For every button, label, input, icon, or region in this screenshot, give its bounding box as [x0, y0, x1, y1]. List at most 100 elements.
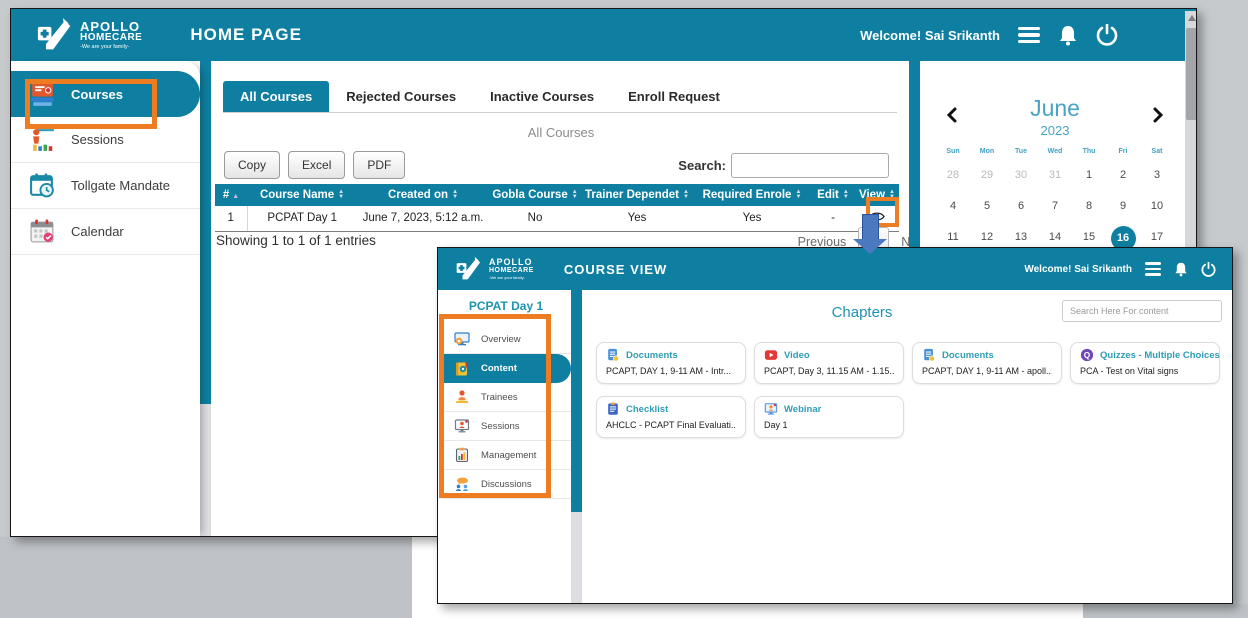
canvas-margin — [0, 0, 10, 538]
sidebar-item-calendar[interactable]: Calendar — [11, 209, 200, 255]
canvas-margin — [0, 537, 412, 618]
menu-icon[interactable] — [1018, 27, 1040, 44]
notifications-bell-icon[interactable] — [1058, 24, 1078, 46]
quiz-icon: Q — [1080, 348, 1094, 362]
course-name-title: PCPAT Day 1 — [441, 299, 571, 313]
tab-rejected-courses[interactable]: Rejected Courses — [329, 81, 473, 112]
chapter-card-checklist[interactable]: Checklist AHCLC - PCAPT Final Evaluati..… — [596, 396, 746, 438]
col-created-on[interactable]: Created on▲▼ — [357, 184, 489, 206]
col-course-name[interactable]: Course Name▲▼ — [247, 184, 357, 206]
highlight-box-course-nav — [439, 314, 551, 498]
calendar-day[interactable]: 31 — [1038, 164, 1072, 186]
sidebar-item-label: Tollgate Mandate — [71, 178, 170, 193]
checklist-icon — [606, 402, 620, 416]
chapter-card-quizzes[interactable]: Q Quizzes - Multiple Choices PCA - Test … — [1070, 342, 1220, 384]
calendar-day[interactable]: 9 — [1106, 195, 1140, 217]
calendar-day[interactable]: 28 — [936, 164, 970, 186]
course-sidebar-scrollbar[interactable] — [571, 290, 582, 604]
sidebar-scrollbar[interactable] — [200, 61, 211, 537]
documents-icon — [606, 348, 620, 362]
weekday-label: Sun — [936, 148, 970, 155]
scroll-up-icon[interactable] — [1188, 15, 1196, 21]
menu-icon[interactable] — [1145, 262, 1161, 276]
calendar-day[interactable]: 6 — [1004, 195, 1038, 217]
col-edit[interactable]: Edit▲▼ — [811, 184, 855, 206]
calendar-day[interactable]: 3 — [1140, 164, 1174, 186]
calendar-day[interactable]: 1 — [1072, 164, 1106, 186]
courses-table: #▲ Course Name▲▼ Created on▲▼ Gobla Cour… — [215, 184, 899, 232]
chapter-card-documents-1[interactable]: Documents PCAPT, DAY 1, 9-11 AM - Intr..… — [596, 342, 746, 384]
sidebar-item-label: Calendar — [71, 224, 124, 239]
card-description: PCAPT, DAY 1, 9-11 AM - Intr... — [606, 366, 736, 376]
video-icon — [764, 348, 778, 362]
card-type: Webinar — [784, 404, 821, 415]
chapter-card-documents-2[interactable]: Documents PCAPT, DAY 1, 9-11 AM - apoll.… — [912, 342, 1062, 384]
documents-icon — [922, 348, 936, 362]
calendar-year: 2023 — [936, 123, 1174, 138]
card-type: Documents — [626, 350, 678, 361]
welcome-text: Welcome! Sai Srikanth — [860, 28, 1000, 43]
weekday-label: Mon — [970, 148, 1004, 155]
calendar-day[interactable]: 15 — [1072, 226, 1106, 248]
card-description: PCAPT, Day 3, 11.15 AM - 1.15... — [764, 366, 894, 376]
notifications-bell-icon[interactable] — [1174, 261, 1188, 277]
calendar-day[interactable]: 5 — [970, 195, 1004, 217]
calendar-day[interactable]: 10 — [1140, 195, 1174, 217]
col-trainer-dependet[interactable]: Trainer Dependet▲▼ — [581, 184, 693, 206]
apollo-logo-icon — [456, 256, 482, 282]
calendar-icon — [29, 218, 56, 245]
tab-all-courses[interactable]: All Courses — [223, 81, 329, 112]
sidebar-item-label: Sessions — [71, 132, 124, 147]
calendar-month: June — [936, 95, 1174, 122]
brand-tagline: -We are your family- — [489, 276, 534, 280]
calendar-day[interactable]: 17 — [1140, 226, 1174, 248]
calendar-day[interactable]: 11 — [936, 226, 970, 248]
brand-tagline: -We are your family- — [80, 45, 142, 51]
courses-tabs: All Courses Rejected Courses Inactive Co… — [223, 81, 897, 113]
weekday-label: Wed — [1038, 148, 1072, 155]
col-gobla-course[interactable]: Gobla Course▲▼ — [489, 184, 581, 206]
slide-canvas: APOLLO HOMECARE -We are your family- HOM… — [0, 0, 1248, 618]
calendar-day[interactable]: 29 — [970, 164, 1004, 186]
apollo-logo-icon — [37, 17, 73, 53]
brand-name: APOLLO — [80, 20, 142, 33]
tab-inactive-courses[interactable]: Inactive Courses — [473, 81, 611, 112]
logout-power-icon[interactable] — [1096, 24, 1118, 46]
calendar-day[interactable]: 30 — [1004, 164, 1038, 186]
pdf-button[interactable]: PDF — [353, 151, 405, 179]
calendar-day[interactable]: 7 — [1038, 195, 1072, 217]
chapter-card-webinar[interactable]: Webinar Day 1 — [754, 396, 904, 438]
chapter-card-video[interactable]: Video PCAPT, Day 3, 11.15 AM - 1.15... — [754, 342, 904, 384]
excel-button[interactable]: Excel — [288, 151, 345, 179]
calendar-day[interactable]: 2 — [1106, 164, 1140, 186]
calendar-next-icon[interactable] — [1153, 107, 1164, 123]
calendar-day[interactable]: 13 — [1004, 226, 1038, 248]
calendar-day[interactable]: 14 — [1038, 226, 1072, 248]
home-sidebar: Courses Sessions — [11, 61, 200, 537]
scrollbar-thumb[interactable] — [1186, 28, 1197, 120]
calendar-prev-icon[interactable] — [946, 107, 957, 123]
table-header-row: #▲ Course Name▲▼ Created on▲▼ Gobla Cour… — [215, 184, 899, 206]
weekday-label: Thu — [1072, 148, 1106, 155]
sidebar-item-tollgate-mandate[interactable]: Tollgate Mandate — [11, 163, 200, 209]
tab-enroll-request[interactable]: Enroll Request — [611, 81, 737, 112]
col-num[interactable]: #▲ — [215, 184, 247, 206]
cell-created-on: June 7, 2023, 5:12 a.m. — [357, 206, 489, 231]
home-app-bar: APOLLO HOMECARE -We are your family- HOM… — [11, 9, 1196, 61]
content-search-input[interactable] — [1062, 300, 1222, 322]
welcome-text: Welcome! Sai Srikanth — [1024, 264, 1132, 275]
chapter-cards: Documents PCAPT, DAY 1, 9-11 AM - Intr..… — [596, 342, 1220, 438]
col-required-enrole[interactable]: Required Enrole▲▼ — [693, 184, 811, 206]
copy-button[interactable]: Copy — [224, 151, 280, 179]
webinar-icon — [764, 402, 778, 416]
course-view-window: APOLLO HOMECARE -We are your family- COU… — [437, 247, 1233, 604]
card-description: Day 1 — [764, 420, 894, 430]
cell-course-name: PCPAT Day 1 — [247, 206, 357, 231]
card-description: PCA - Test on Vital signs — [1080, 366, 1210, 376]
table-search-input[interactable] — [731, 153, 889, 178]
calendar-day[interactable]: 8 — [1072, 195, 1106, 217]
card-description: PCAPT, DAY 1, 9-11 AM - apoll... — [922, 366, 1052, 376]
calendar-day[interactable]: 12 — [970, 226, 1004, 248]
calendar-day[interactable]: 4 — [936, 195, 970, 217]
logout-power-icon[interactable] — [1201, 262, 1216, 277]
